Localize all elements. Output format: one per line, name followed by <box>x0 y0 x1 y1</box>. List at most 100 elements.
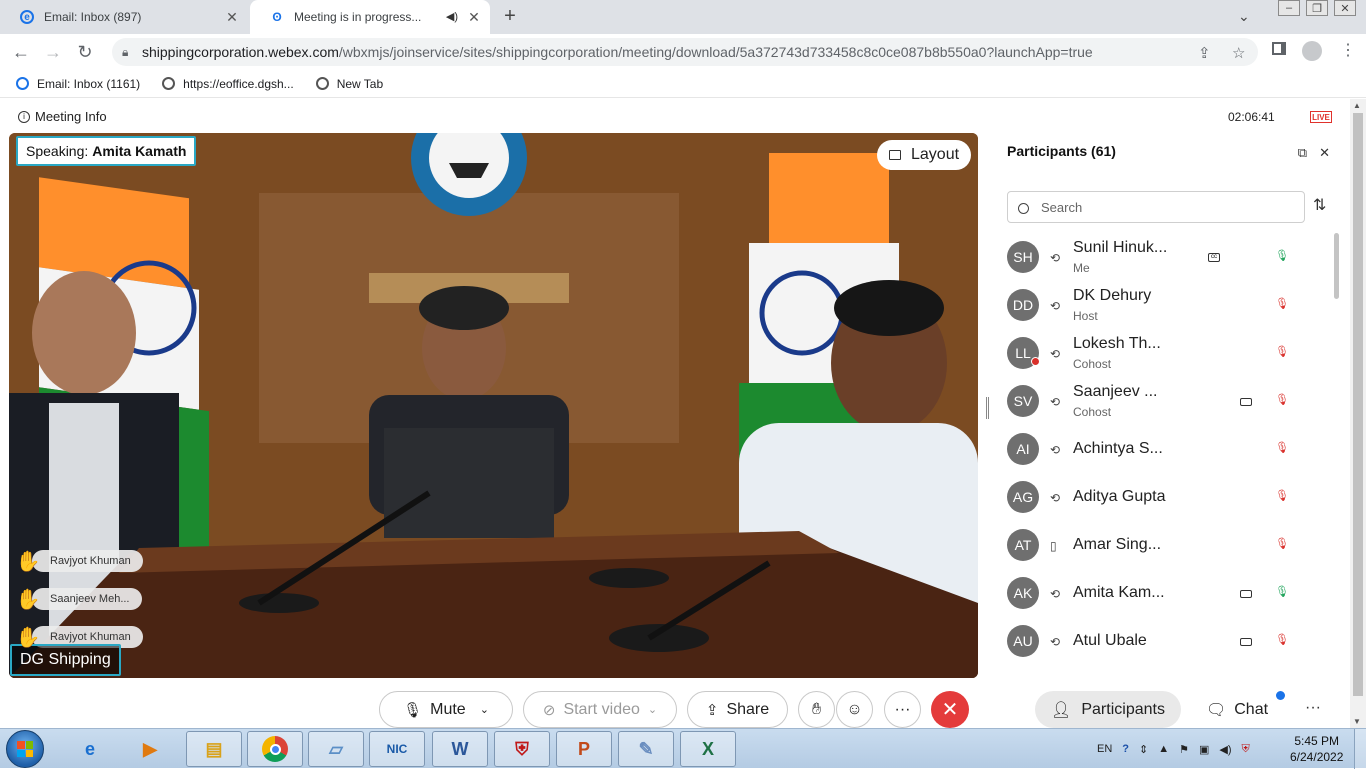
bookmark-star-icon[interactable]: ☆ <box>1232 44 1245 62</box>
mic-muted-icon[interactable]: 🎙︎ <box>1275 394 1289 407</box>
help-icon[interactable]: ? <box>1122 743 1129 755</box>
sync-icon: ⟲ <box>1050 299 1061 313</box>
mute-button[interactable]: 🎙︎ Mute ⌄ <box>379 691 513 728</box>
mic-muted-icon[interactable]: 🎙︎ <box>1275 346 1289 359</box>
reload-button[interactable]: ↻ <box>74 41 96 63</box>
taskbar-clock[interactable]: 5:45 PM 6/24/2022 <box>1290 733 1343 765</box>
nic-mail-icon[interactable]: NIC <box>369 731 425 767</box>
participant-row[interactable]: SV ⟲ Saanjeev ... Cohost 🎙︎ <box>995 377 1335 425</box>
file-explorer-icon[interactable]: ▤ <box>186 731 242 767</box>
mic-on-icon[interactable]: 🎙︎ <box>1275 586 1289 599</box>
profile-avatar-icon[interactable] <box>1302 41 1322 61</box>
notepad-icon[interactable]: ▱ <box>308 731 364 767</box>
language-indicator[interactable]: EN <box>1097 743 1112 755</box>
bookmark-email[interactable]: Email: Inbox (1161) <box>16 77 140 91</box>
tab-search-chevron-icon[interactable]: ⌄ <box>1238 8 1250 25</box>
raise-hand-button[interactable]: ✋︎ <box>798 691 835 728</box>
address-bar[interactable]: 🔒︎ shippingcorporation.webex.com/wbxmjs/… <box>112 38 1258 66</box>
more-options-button[interactable]: ··· <box>884 691 921 728</box>
network-icon[interactable]: ▣ <box>1199 743 1209 756</box>
scroll-up-icon[interactable]: ▲ <box>1353 101 1361 110</box>
chevron-down-icon[interactable]: ⌄ <box>480 703 489 716</box>
avatar-initials: LL <box>1015 345 1031 361</box>
internet-explorer-icon[interactable]: e <box>62 731 118 767</box>
meeting-timer: 02:06:41 <box>1228 110 1275 124</box>
participant-row[interactable]: AK ⟲ Amita Kam... 🎙︎ <box>995 569 1335 617</box>
participant-row[interactable]: LL ⟲ Lokesh Th... Cohost 🎙︎ <box>995 329 1335 377</box>
avatar: SH <box>1007 241 1039 273</box>
globe-icon <box>162 77 176 90</box>
speaker-icon[interactable]: ◀) <box>446 10 458 23</box>
chevron-down-icon[interactable]: ⌄ <box>648 703 657 716</box>
excel-icon[interactable]: X <box>680 731 736 767</box>
chrome-icon[interactable] <box>247 731 303 767</box>
more-panels-icon[interactable]: ··· <box>1305 699 1321 717</box>
reactions-button[interactable]: ☺︎ <box>836 691 873 728</box>
tray-arrow-icon[interactable]: ▲ <box>1158 743 1169 755</box>
participant-role: Cohost <box>1073 405 1112 419</box>
mic-on-icon[interactable]: 🎙︎ <box>1275 250 1289 263</box>
scroll-down-icon[interactable]: ▼ <box>1353 717 1361 726</box>
participant-row[interactable]: AG ⟲ Aditya Gupta 🎙︎ <box>995 473 1335 521</box>
bookmark-eoffice[interactable]: https://eoffice.dgsh... <box>162 77 294 91</box>
tray-expand-icon[interactable]: ⇕ <box>1139 743 1148 756</box>
meeting-info-button[interactable]: i Meeting Info <box>18 109 107 124</box>
restore-button[interactable]: ❐ <box>1306 0 1328 16</box>
avatar: AK <box>1007 577 1039 609</box>
scrollbar-thumb[interactable] <box>1353 113 1363 696</box>
side-panel-icon[interactable] <box>1272 42 1286 55</box>
share-button[interactable]: ⇪ Share <box>687 691 788 728</box>
participant-name: Achintya S... <box>1073 440 1163 457</box>
close-tab-icon[interactable]: ✕ <box>224 9 240 25</box>
flag-icon[interactable]: ⚑ <box>1179 743 1189 756</box>
new-tab-button[interactable]: + <box>500 6 520 26</box>
participant-row[interactable]: AI ⟲ Achintya S... 🎙︎ <box>995 425 1335 473</box>
tab-email-inbox[interactable]: e Email: Inbox (897) ✕ <box>0 0 248 34</box>
panel-resize-handle[interactable] <box>986 397 989 419</box>
participant-search-input[interactable]: Search <box>1007 191 1305 223</box>
security-shield-icon[interactable]: ⛨ <box>1242 743 1250 756</box>
paint-icon[interactable]: ✎ <box>618 731 674 767</box>
leave-meeting-button[interactable]: ✕ <box>931 691 969 728</box>
tab-title: Meeting is in progress... <box>294 10 422 24</box>
sort-icon[interactable]: ⇅ <box>1313 195 1326 215</box>
forward-button[interactable]: → <box>42 41 64 63</box>
browser-menu-icon[interactable]: ⋮ <box>1340 40 1356 60</box>
mute-label: Mute <box>430 700 466 718</box>
show-desktop-button[interactable] <box>1354 729 1366 769</box>
popout-icon[interactable]: ⧉ <box>1298 145 1307 161</box>
bookmark-label: https://eoffice.dgsh... <box>183 76 294 91</box>
media-player-icon[interactable]: ▶ <box>122 731 178 767</box>
mic-muted-icon[interactable]: 🎙︎ <box>1275 298 1289 311</box>
participant-row[interactable]: DD ⟲ DK Dehury Host 🎙︎ <box>995 281 1335 329</box>
start-button[interactable] <box>6 730 44 768</box>
participants-button[interactable]: 👤︎ Participants <box>1035 691 1181 728</box>
shield-app-icon[interactable]: ⛨ <box>494 731 550 767</box>
participant-row[interactable]: SH ⟲ Sunil Hinuk... Me cc 🎙︎ <box>995 233 1335 281</box>
mic-muted-icon[interactable]: 🎙︎ <box>1275 538 1289 551</box>
powerpoint-icon[interactable]: P <box>556 731 612 767</box>
start-video-button[interactable]: ⊘ Start video ⌄ <box>523 691 677 728</box>
back-button[interactable]: ← <box>10 41 32 63</box>
close-window-button[interactable]: ✕ <box>1334 0 1356 16</box>
mic-muted-icon[interactable]: 🎙︎ <box>1275 634 1289 647</box>
volume-icon[interactable]: ◀) <box>1219 743 1231 756</box>
lock-icon[interactable]: 🔒︎ <box>122 45 128 60</box>
raised-hand-item: ✋ Ravjyot Khuman <box>14 547 143 575</box>
video-stage[interactable]: Speaking: Amita Kamath Layout ✋ Ravjyot … <box>9 133 978 678</box>
participant-row[interactable]: AU ⟲ Atul Ubale 🎙︎ <box>995 617 1335 665</box>
chat-button[interactable]: 🗨︎ Chat <box>1197 691 1277 728</box>
layout-button[interactable]: Layout <box>877 140 972 170</box>
tab-meeting[interactable]: ʘ Meeting is in progress... ◀) ✕ <box>250 0 490 34</box>
mic-muted-icon[interactable]: 🎙︎ <box>1275 442 1289 455</box>
share-page-icon[interactable]: ⇪ <box>1198 44 1211 62</box>
minimize-button[interactable]: – <box>1278 0 1300 16</box>
mic-muted-icon[interactable]: 🎙︎ <box>1275 490 1289 503</box>
bookmark-new-tab[interactable]: New Tab <box>315 77 383 91</box>
word-icon[interactable]: W <box>432 731 488 767</box>
participant-row[interactable]: AT ▯ Amar Sing... 🎙︎ <box>995 521 1335 569</box>
page-scrollbar[interactable]: ▲ ▼ <box>1350 99 1366 728</box>
close-panel-icon[interactable]: ✕ <box>1319 145 1330 161</box>
participant-list-scrollbar[interactable] <box>1334 233 1339 299</box>
close-tab-icon[interactable]: ✕ <box>466 9 482 25</box>
